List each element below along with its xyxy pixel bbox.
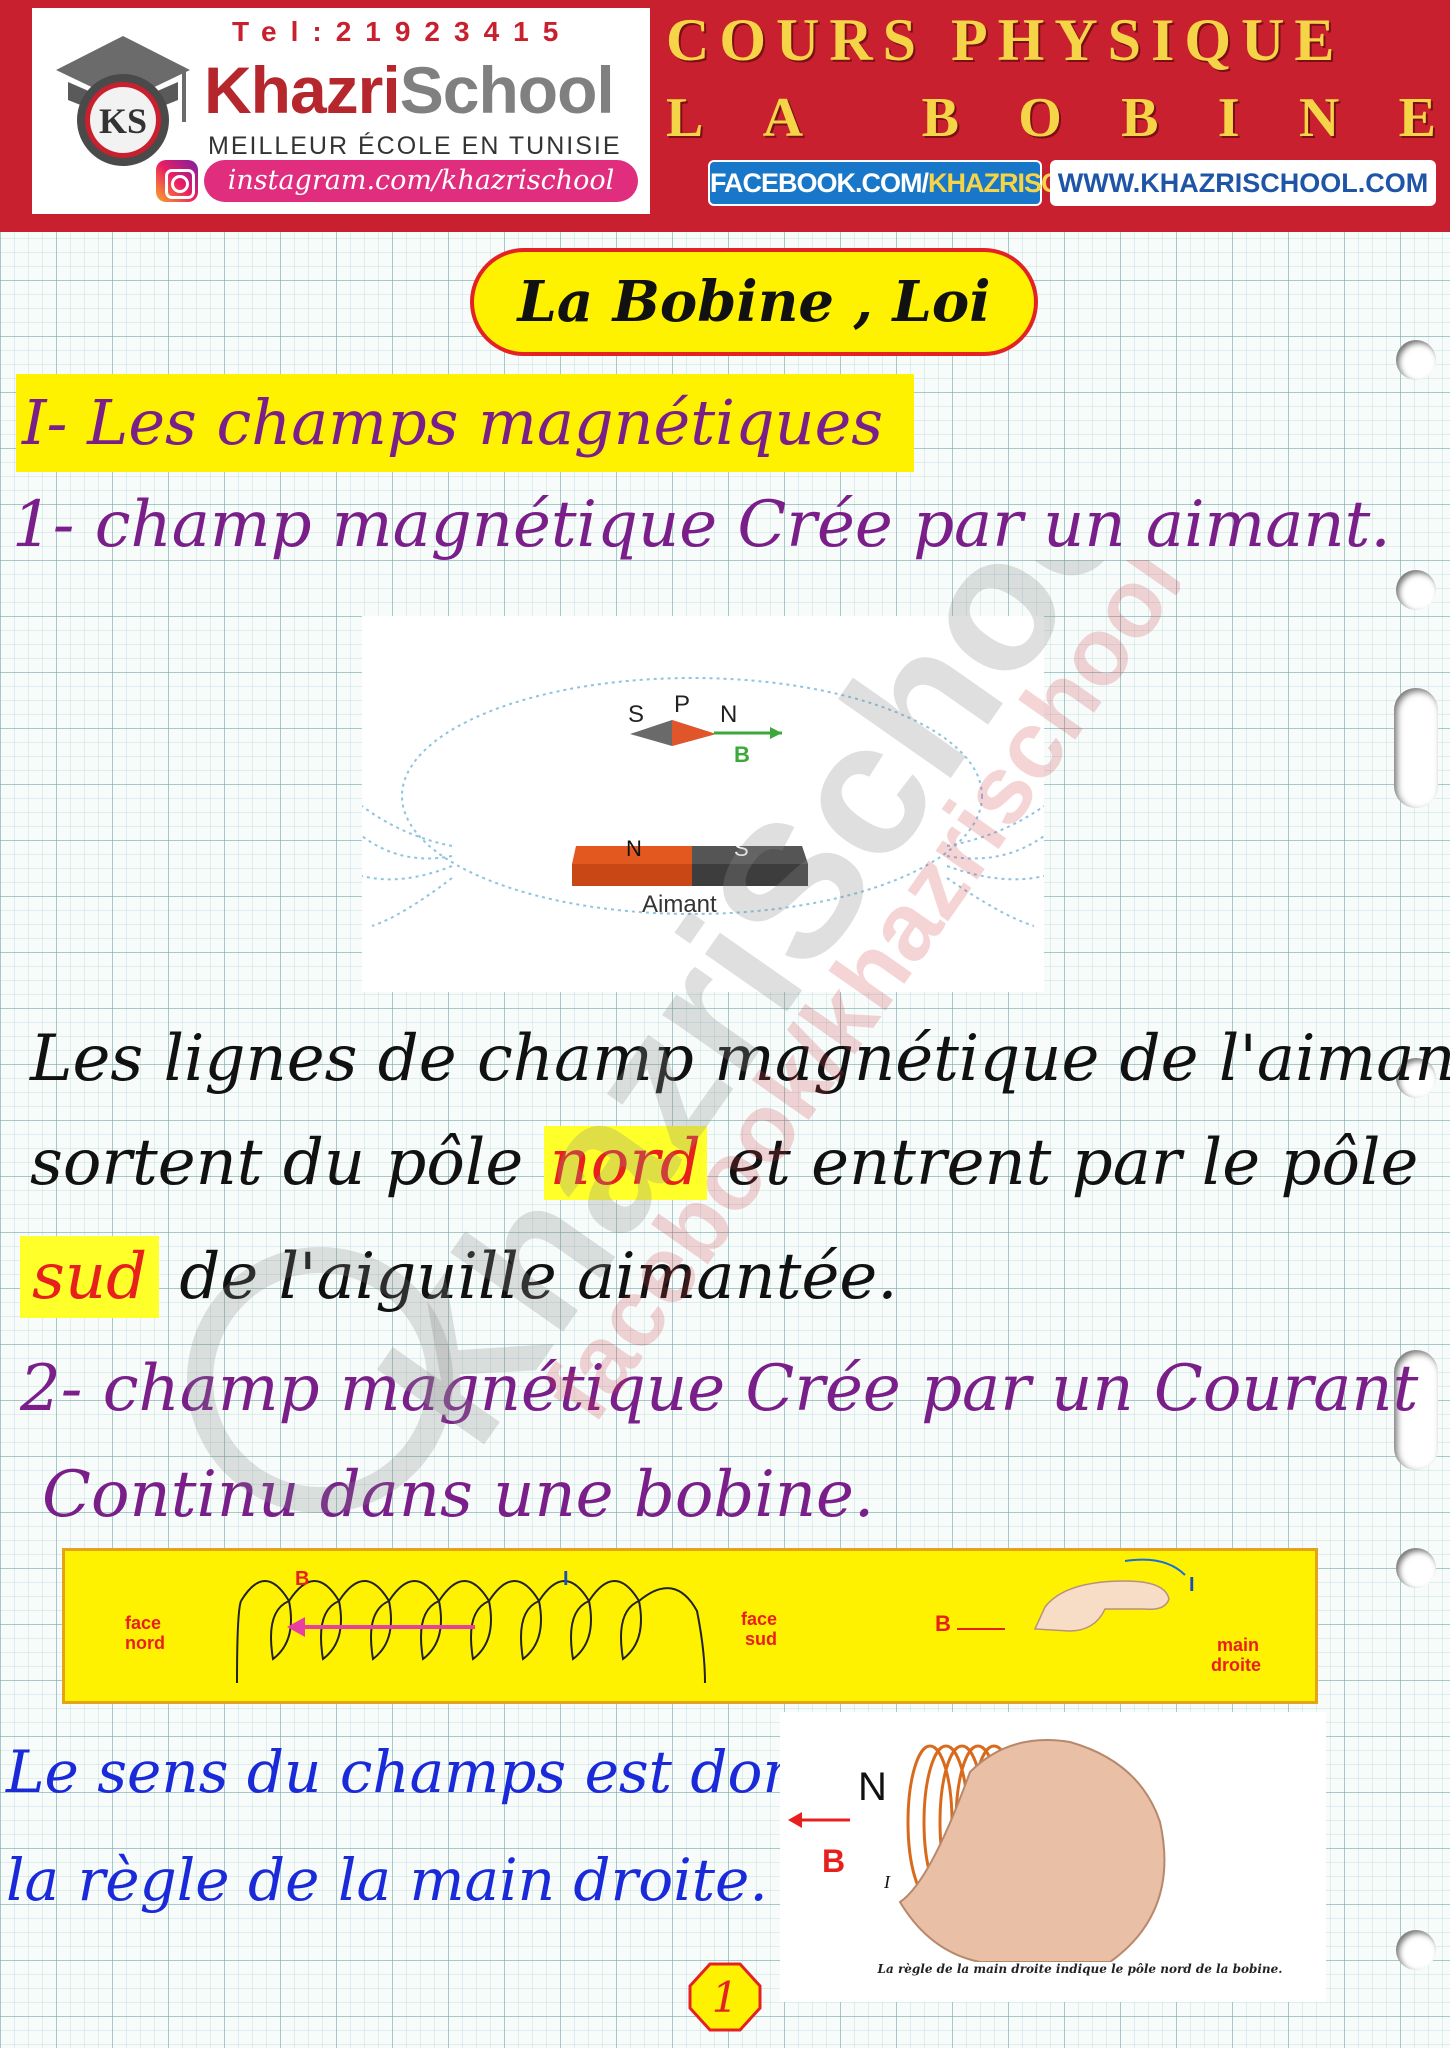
hand-current-label: I <box>1189 1574 1195 1596</box>
hand-figure-caption: La règle de la main droite indique le pô… <box>877 1962 1283 1976</box>
subheading-2-line-1: 2- champ magnétique Crée par un Courant <box>20 1352 1419 1426</box>
page-number: 1 <box>712 1973 739 2022</box>
binder-hole <box>1396 1930 1436 1970</box>
highlight-sud: sud <box>20 1236 160 1318</box>
magnet-north-label: N <box>626 836 642 861</box>
right-face-word: face <box>741 1609 777 1629</box>
coil-field-label: B <box>295 1568 309 1590</box>
brand-tagline: MEILLEUR ÉCOLE EN TUNISIE <box>208 132 622 160</box>
phone-number: Tel:21923415 <box>232 16 573 47</box>
hand-label-side: droite <box>1211 1655 1261 1675</box>
paragraph-line-2: sortent du pôle nord et entrent par le p… <box>30 1126 1419 1200</box>
subheading-2-line-2: Continu dans une bobine. <box>42 1458 875 1532</box>
binder-hole <box>1396 570 1436 610</box>
right-hand-rule-figure: N B I La règle de la main droite indique… <box>780 1712 1326 2002</box>
lesson-title: La Bobine , Loi de Lenz <box>470 248 1038 435</box>
logo-letters: KS <box>99 101 147 141</box>
instagram-link[interactable]: instagram.com/khazrischool <box>204 160 638 202</box>
paragraph-line-1: Les lignes de champ magnétique de l'aima… <box>30 1022 1450 1096</box>
section-heading-1: I- Les champs magnétiques <box>16 374 914 472</box>
hand-pole-label: N <box>858 1765 887 1809</box>
needle-label-n: N <box>720 701 737 728</box>
right-face-pole: sud <box>745 1629 777 1649</box>
rule-text-line-2: la règle de la main droite. <box>6 1846 768 1914</box>
hand-field-label: B <box>935 1611 951 1636</box>
coil-current-label: I <box>563 1568 569 1590</box>
binder-hole-long <box>1394 688 1438 808</box>
brand-name: KhazriSchool <box>204 53 615 127</box>
paragraph-line-3: sud de l'aiguille aimantée. <box>20 1236 898 1318</box>
hand-current: I <box>883 1872 891 1892</box>
website-link[interactable]: WWW.KHAZRISCHOOL.COM <box>1050 160 1436 206</box>
binder-hole <box>1396 1548 1436 1588</box>
facebook-link[interactable]: FACEBOOK.COM/KHAZRISCHOOL <box>708 160 1135 206</box>
needle-label-s: S <box>628 701 644 728</box>
coil-figure: face nord face sud B I B I main droite <box>62 1548 1318 1704</box>
page-number-badge: 1 <box>688 1962 762 2032</box>
magnet-south-label: S <box>734 836 749 861</box>
subheading-1: 1- champ magnétique Crée par un aimant. <box>12 488 1391 562</box>
needle-label-p: P <box>674 691 690 718</box>
left-face-word: face <box>125 1613 161 1633</box>
magnet-caption: Aimant <box>642 891 717 918</box>
course-subject: L A B O B I N E <box>666 87 1436 149</box>
page-header: KS Tel:21923415 KhazriSchool MEILLEUR ÉC… <box>0 0 1450 232</box>
hand-field-vector: B <box>822 1843 845 1879</box>
magnet-figure: S P N B N S Aimant <box>361 616 1045 992</box>
left-face-pole: nord <box>125 1633 165 1653</box>
field-vector-label: B <box>734 742 750 767</box>
instagram-icon <box>156 160 198 202</box>
course-title: COURS PHYSIQUE <box>666 7 1345 73</box>
hand-label-word: main <box>1217 1635 1259 1655</box>
binder-hole <box>1396 340 1436 380</box>
highlight-nord: nord <box>543 1126 707 1200</box>
graduation-cap-logo-icon: KS <box>56 36 190 166</box>
